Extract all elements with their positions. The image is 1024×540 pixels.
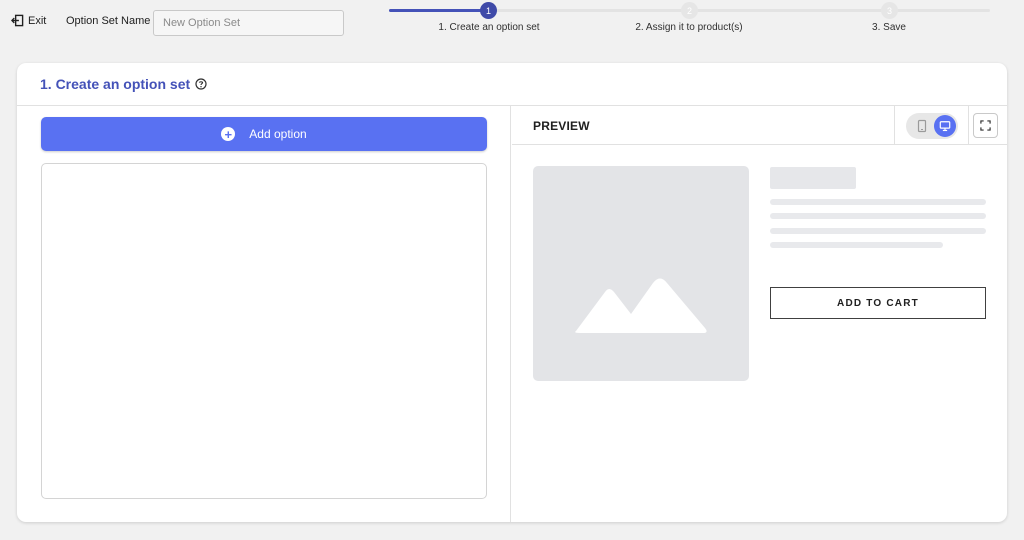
option-set-card: 1. Create an option set + Add option PRE… xyxy=(17,63,1007,522)
preview-title: PREVIEW xyxy=(533,119,590,133)
stepper-progress xyxy=(389,9,489,12)
product-text-skeleton-line xyxy=(770,242,943,248)
desktop-icon[interactable] xyxy=(933,114,956,137)
product-text-skeleton-line xyxy=(770,228,986,234)
product-text-skeleton-line xyxy=(770,213,986,219)
help-circle-icon[interactable] xyxy=(195,78,207,90)
preview-header: PREVIEW xyxy=(512,106,1007,145)
option-set-name-input[interactable] xyxy=(153,10,344,36)
plus-circle-icon: + xyxy=(221,127,236,141)
product-title-skeleton xyxy=(770,167,856,189)
exit-label: Exit xyxy=(28,14,47,27)
step-2-dot[interactable]: 2 xyxy=(681,2,698,19)
option-set-name-label: Option Set Name xyxy=(66,15,151,27)
card-header: 1. Create an option set xyxy=(17,63,1007,106)
add-to-cart-button[interactable]: ADD TO CART xyxy=(770,287,986,319)
step-3-label[interactable]: 3. Save xyxy=(872,22,906,33)
exit-icon xyxy=(11,14,24,27)
step-1-label[interactable]: 1. Create an option set xyxy=(438,22,539,33)
preview-pane: PREVIEW ADD TO CART xyxy=(512,106,1007,522)
product-text-skeleton-line xyxy=(770,199,986,205)
add-option-label: Add option xyxy=(249,127,307,141)
mobile-icon[interactable] xyxy=(915,119,929,133)
fullscreen-icon xyxy=(980,120,991,131)
step-3-dot[interactable]: 3 xyxy=(881,2,898,19)
progress-stepper: 1 1. Create an option set 2 2. Assign it… xyxy=(389,0,990,44)
product-image-placeholder xyxy=(533,166,749,381)
fullscreen-button[interactable] xyxy=(973,113,998,138)
options-list[interactable] xyxy=(41,163,487,499)
exit-button[interactable]: Exit xyxy=(11,14,46,27)
card-title: 1. Create an option set xyxy=(40,76,191,92)
step-1-dot[interactable]: 1 xyxy=(480,2,497,19)
options-pane: + Add option xyxy=(17,106,511,522)
add-option-button[interactable]: + Add option xyxy=(41,117,487,151)
device-toggle[interactable] xyxy=(905,112,958,139)
device-switcher xyxy=(894,106,969,145)
step-2-label[interactable]: 2. Assign it to product(s) xyxy=(635,22,742,33)
top-bar: Exit Option Set Name 1 1. Create an opti… xyxy=(0,0,1024,44)
